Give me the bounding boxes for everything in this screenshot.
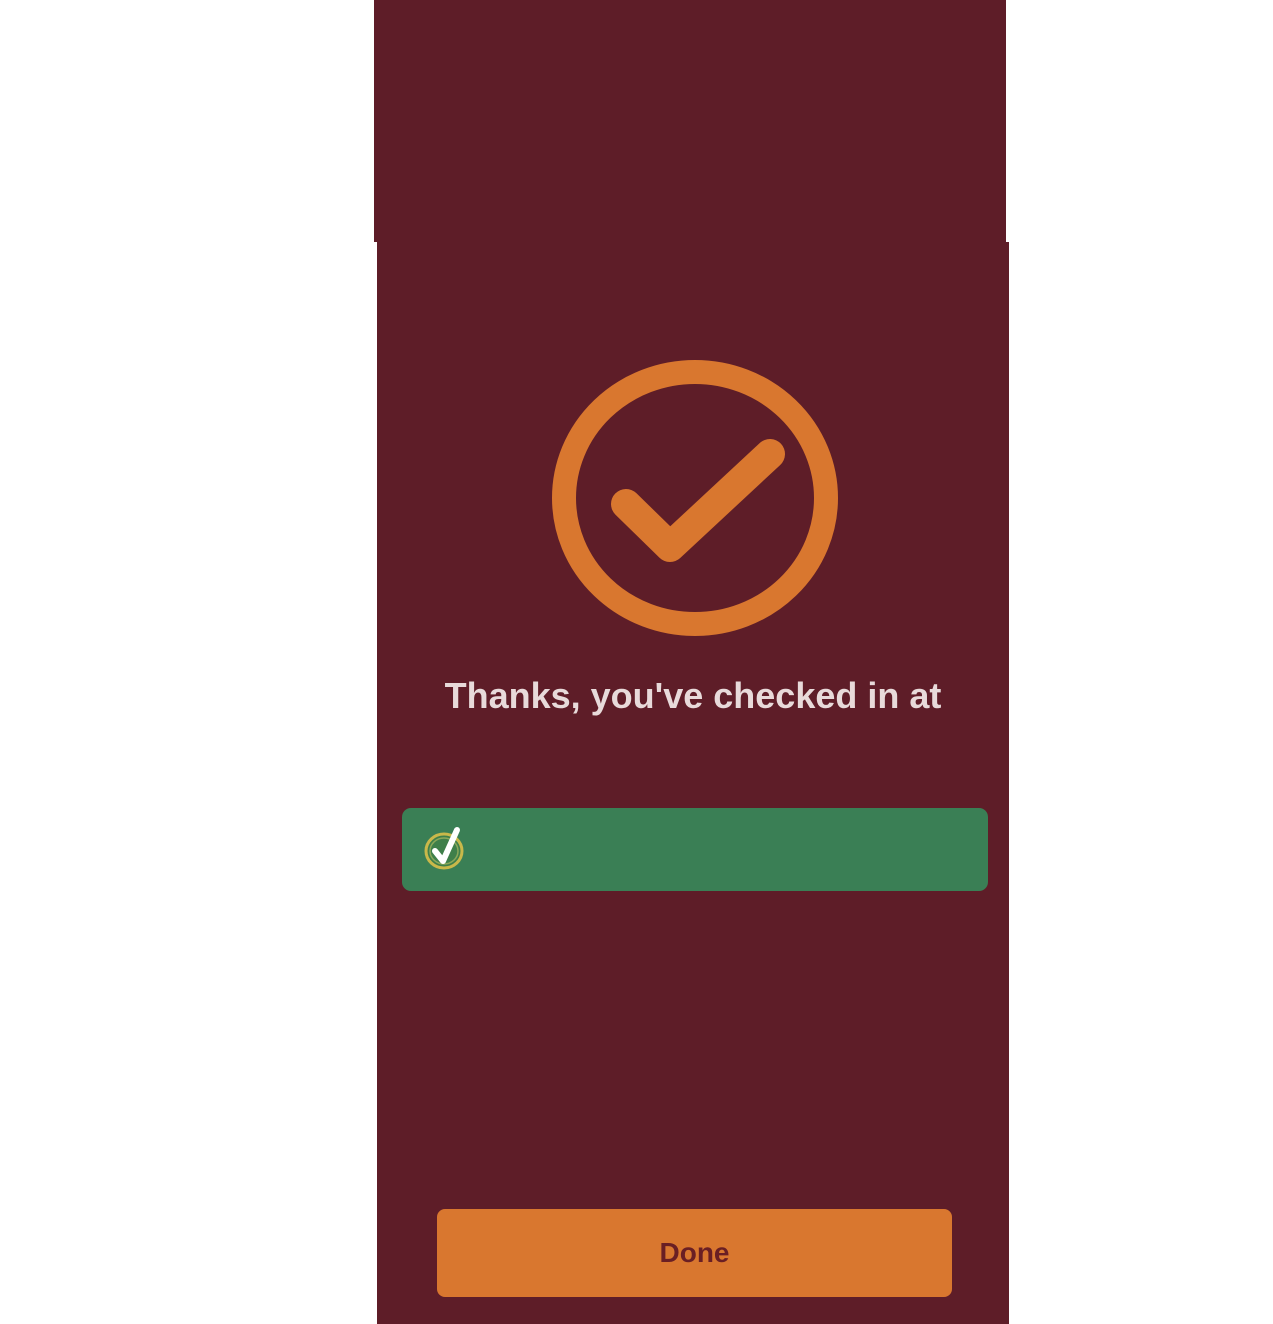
- checked-in-headline: Thanks, you've checked in at: [444, 675, 942, 716]
- venue-banner: [402, 808, 988, 891]
- done-button[interactable]: Done: [437, 1209, 952, 1297]
- venue-name: [486, 808, 968, 891]
- checkmark-badge-icon: [422, 826, 470, 874]
- success-check-icon: [549, 358, 841, 638]
- header-panel: [374, 0, 1006, 242]
